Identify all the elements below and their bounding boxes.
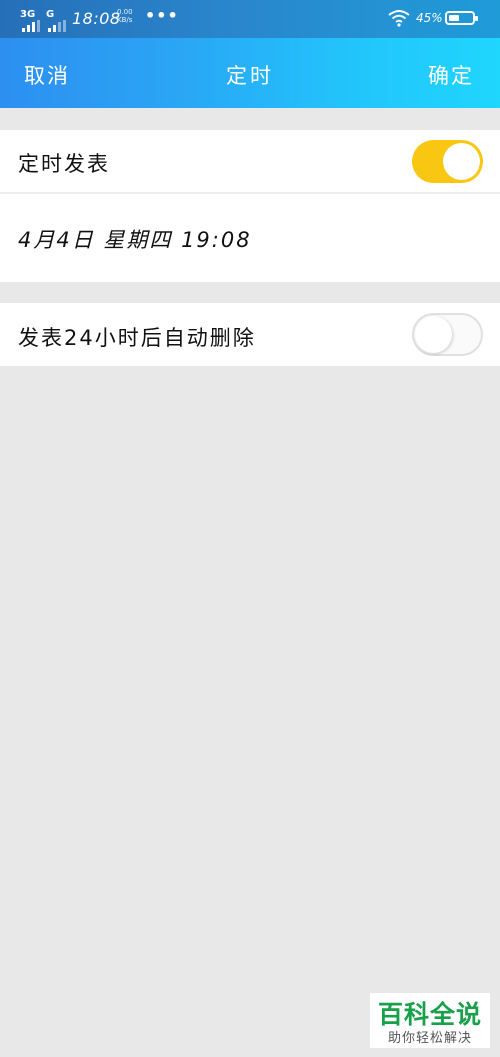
auto-delete-row[interactable]: 发表24小时后自动删除: [0, 303, 500, 366]
watermark-title: 百科全说: [377, 1000, 482, 1029]
status-time: 18:08: [72, 9, 121, 28]
network-g: G: [46, 10, 54, 20]
watermark-subtitle: 助你轻松解决: [387, 1031, 472, 1046]
battery-icon: [445, 11, 478, 25]
more-notifications: •••: [145, 6, 179, 25]
toggle-knob: [415, 316, 452, 353]
wifi-icon: [388, 9, 410, 27]
schedule-row[interactable]: 定时发表: [0, 130, 500, 192]
net-speed-unit: KB/s: [117, 16, 133, 24]
network-3g: 3G: [20, 10, 35, 20]
schedule-toggle[interactable]: [412, 140, 483, 183]
schedule-label: 定时发表: [18, 152, 110, 176]
network-g-label: G: [46, 9, 55, 20]
datetime-value: 4月4日 星期四 19:08: [18, 228, 252, 252]
toggle-knob: [443, 143, 480, 180]
auto-delete-toggle[interactable]: [412, 313, 483, 356]
status-bar: 3G G 18:08 0.00 KB/s ••• 45%: [0, 0, 500, 38]
clock: 18:08: [72, 9, 121, 28]
net-speed: 0.00 KB/s: [117, 8, 133, 24]
battery-percent: 45%: [416, 11, 443, 25]
network-3g-label: 3G: [20, 9, 36, 20]
more-dots: •••: [145, 6, 179, 25]
page-title: 定时: [226, 64, 274, 88]
datetime-row[interactable]: 4月4日 星期四 19:08: [0, 194, 500, 282]
signal-icon: [46, 20, 66, 32]
signal-icon: [20, 20, 40, 32]
battery-fill: [449, 15, 459, 21]
confirm-button[interactable]: 确定: [428, 60, 474, 90]
auto-delete-label: 发表24小时后自动删除: [18, 326, 256, 350]
battery-percent-text: 45%: [416, 11, 443, 25]
net-speed-value: 0.00: [117, 8, 133, 16]
watermark-logo: 百科全说 助你轻松解决: [370, 993, 490, 1048]
